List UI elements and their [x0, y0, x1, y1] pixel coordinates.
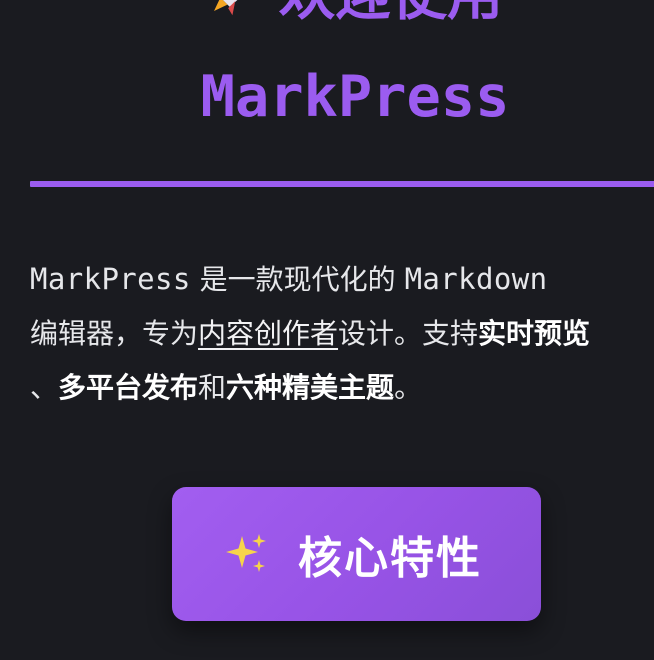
content-creators-link[interactable]: 内容创作者	[198, 317, 338, 350]
intro-text-3: 设计。支持	[338, 317, 479, 350]
intro-paragraph: MarkPress 是一款现代化的 Markdown 编辑器，专为内容创作者设计…	[30, 252, 654, 415]
intro-text-4: 、	[30, 371, 59, 404]
intro-bold-multi-platform: 多平台发布	[58, 371, 199, 404]
core-features-label: 核心特性	[298, 533, 482, 584]
intro-bold-realtime-preview: 实时预览	[478, 317, 591, 350]
intro-text-5: 和	[198, 371, 227, 404]
intro-app-name: MarkPress	[30, 262, 191, 296]
page-title-line-2: MarkPress	[200, 64, 510, 130]
rocket-icon	[207, 0, 255, 34]
core-features-button[interactable]: 核心特性	[172, 487, 541, 621]
intro-text-6: 。	[394, 371, 423, 404]
page-title-text-1: 欢迎使用	[279, 0, 503, 28]
intro-markdown: Markdown	[404, 262, 548, 296]
title-divider	[30, 181, 654, 187]
intro-text-2: 编辑器，专为	[30, 317, 199, 350]
sparkles-icon	[222, 530, 270, 578]
page-title-line-1: 欢迎使用	[0, 0, 654, 34]
intro-bold-six-themes: 六种精美主题	[226, 371, 395, 404]
intro-text-1: 是一款现代化的	[190, 263, 405, 296]
